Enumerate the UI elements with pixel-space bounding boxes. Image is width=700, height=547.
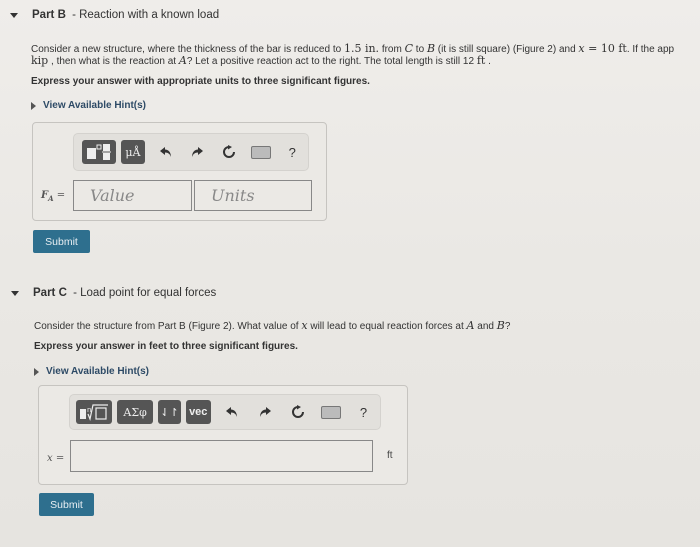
part-b-header[interactable]: Part B - Reaction with a known load: [10, 9, 219, 21]
text: and: [474, 321, 497, 332]
reset-icon[interactable]: [219, 141, 238, 163]
part-b-label: Part B: [32, 9, 66, 21]
keyboard-icon[interactable]: [320, 401, 341, 423]
point-b: B: [496, 319, 505, 332]
help-icon[interactable]: ?: [283, 141, 302, 163]
keyboard-icon[interactable]: [250, 141, 271, 163]
figure-2-link[interactable]: Figure 2: [516, 44, 553, 55]
reset-icon[interactable]: [287, 401, 308, 423]
equals: =: [52, 453, 65, 464]
x-value: = 10 ft: [584, 42, 627, 55]
text: ? Let a positive reaction act to the rig…: [186, 56, 477, 67]
part-c-label: Part C: [33, 287, 67, 299]
units-button[interactable]: μÅ: [120, 140, 146, 164]
expand-caret-icon: [34, 367, 39, 376]
part-b-submit-button[interactable]: Submit: [33, 230, 90, 253]
part-b-question-line2: kip , then what is the reaction at A? Le…: [31, 54, 491, 68]
radical-template-icon: n: [80, 404, 109, 421]
undo-icon[interactable]: [156, 141, 175, 163]
part-b-sep: -: [68, 9, 80, 21]
part-b-instruction: Express your answer with appropriate uni…: [31, 76, 370, 87]
part-c-sep: -: [69, 287, 81, 299]
text: ). What value of: [228, 321, 302, 332]
part-c-submit-button[interactable]: Submit: [39, 493, 94, 516]
part-b-math-toolbar: μÅ ?: [73, 133, 309, 171]
part-c-header[interactable]: Part C - Load point for equal forces: [11, 287, 216, 299]
part-c-title: Load point for equal forces: [80, 287, 217, 299]
part-c-question: Consider the structure from Part B (Figu…: [34, 319, 510, 333]
redo-icon[interactable]: [254, 401, 275, 423]
redo-icon[interactable]: [188, 141, 207, 163]
equals: =: [53, 190, 66, 201]
point-a: A: [178, 54, 187, 67]
text: . If the app: [626, 44, 675, 55]
help-icon[interactable]: ?: [353, 401, 374, 423]
hints-label: View Available Hint(s): [43, 100, 146, 111]
undo-icon[interactable]: [222, 401, 243, 423]
collapse-caret-icon[interactable]: [11, 290, 19, 296]
text: ?: [504, 321, 511, 332]
units-input[interactable]: Units: [194, 180, 312, 211]
part-b-title: Reaction with a known load: [79, 9, 220, 21]
x-label: x =: [47, 453, 64, 464]
part-b-hints-toggle[interactable]: View Available Hint(s): [31, 100, 146, 111]
text: Consider the structure from Part B (: [34, 321, 192, 332]
expand-caret-icon: [31, 101, 36, 110]
part-c-math-toolbar: n ΑΣφ ⇃↾ vec ?: [69, 394, 381, 430]
text: ) and: [552, 44, 579, 55]
value-input[interactable]: Value: [73, 180, 192, 211]
x-answer-input[interactable]: [70, 440, 373, 472]
ft-unit-label: ft: [387, 450, 393, 461]
text: will lead to equal reaction forces at: [307, 321, 467, 332]
subscript-superscript-button[interactable]: ⇃↾: [158, 400, 181, 424]
point-a: A: [466, 319, 475, 332]
greek-symbols-button[interactable]: ΑΣφ: [117, 400, 154, 424]
figure-2-link[interactable]: Figure 2: [192, 321, 229, 332]
hints-label: View Available Hint(s): [46, 366, 149, 377]
templates-icon: [86, 144, 111, 160]
templates-button[interactable]: n: [76, 400, 113, 424]
text: .: [485, 56, 491, 67]
fa-label: FA =: [41, 190, 65, 203]
templates-button[interactable]: [82, 140, 116, 164]
part-c-hints-toggle[interactable]: View Available Hint(s): [34, 366, 149, 377]
kip-unit: kip: [31, 54, 49, 67]
collapse-caret-icon[interactable]: [10, 12, 18, 18]
vector-button[interactable]: vec: [185, 400, 211, 424]
text: , then what is the reaction at: [48, 56, 179, 67]
part-c-instruction: Express your answer in feet to three sig…: [34, 341, 298, 352]
